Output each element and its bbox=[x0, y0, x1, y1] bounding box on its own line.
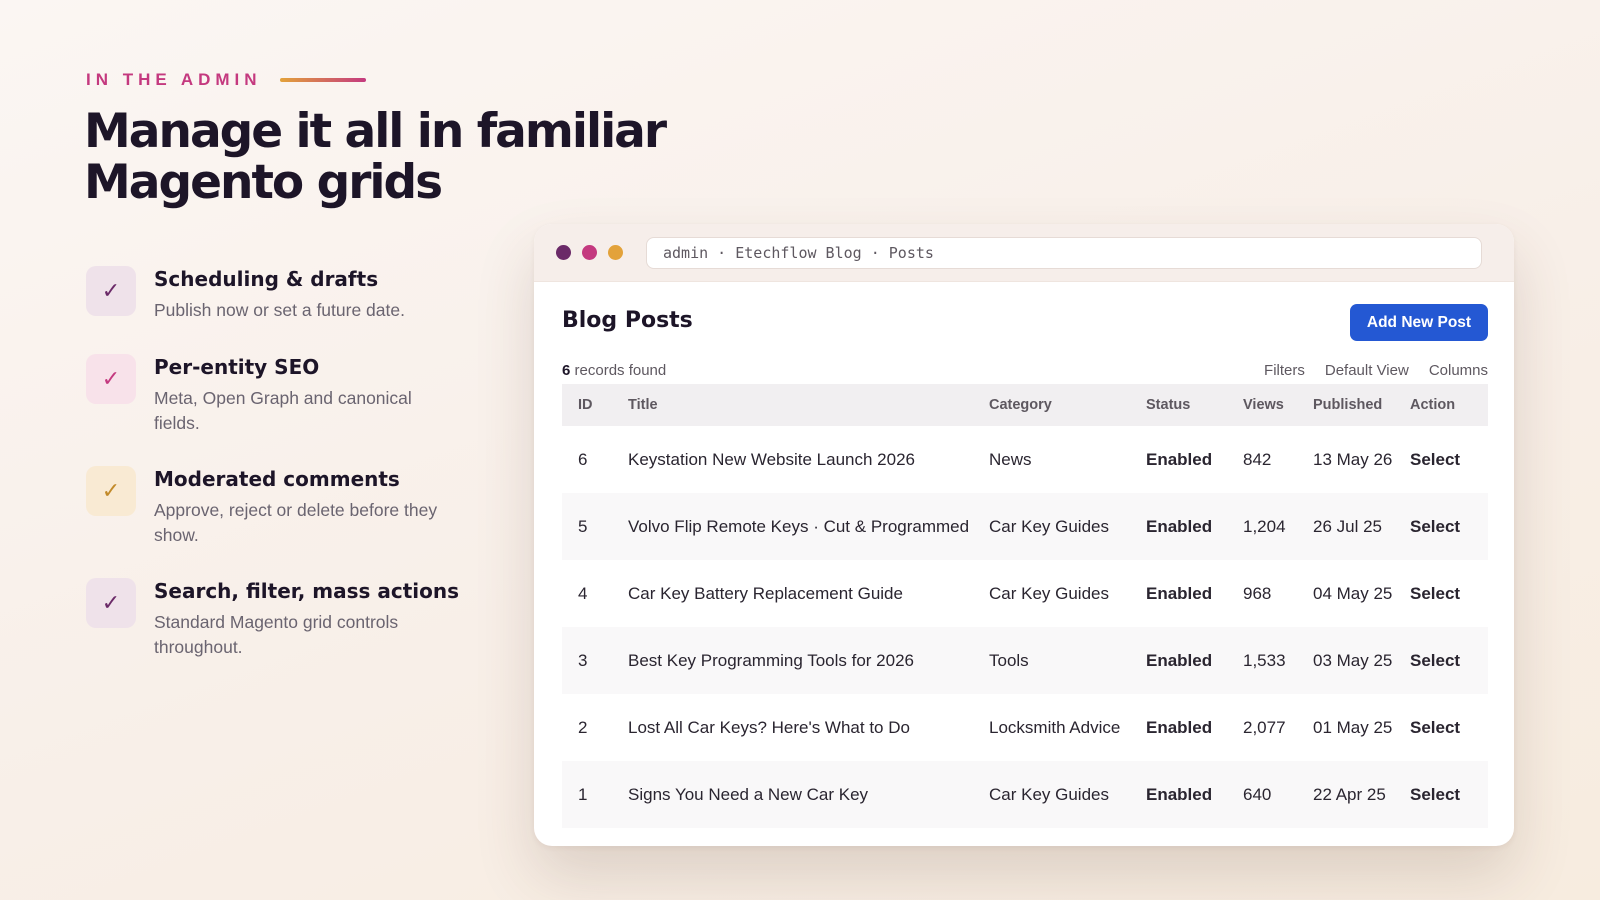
posts-grid: ID Title Category Status Views Published… bbox=[562, 384, 1488, 828]
feature-title: Scheduling & drafts bbox=[154, 267, 379, 291]
cell-published: 26 Jul 25 bbox=[1297, 493, 1394, 560]
column-header-action: Action bbox=[1394, 384, 1488, 426]
column-header-published[interactable]: Published bbox=[1297, 384, 1394, 426]
cell-views: 1,533 bbox=[1227, 627, 1297, 694]
row-select-link[interactable]: Select bbox=[1394, 694, 1488, 761]
feature-title: Search, filter, mass actions bbox=[154, 579, 460, 603]
grid-toolbar: Filters Default View Columns bbox=[1264, 362, 1488, 379]
row-select-link[interactable]: Select bbox=[1394, 627, 1488, 694]
cell-title: Car Key Battery Replacement Guide bbox=[628, 583, 903, 603]
cell-published: 22 Apr 25 bbox=[1297, 761, 1394, 828]
cell-status: Enabled bbox=[1130, 627, 1227, 694]
check-icon: ✓ bbox=[86, 466, 136, 516]
cell-title: Lost All Car Keys? Here's What to Do bbox=[628, 717, 910, 737]
feature-item: ✓ Per-entity SEO Meta, Open Graph and ca… bbox=[86, 354, 486, 436]
table-row[interactable]: 4 Car Key Battery Replacement Guide Car … bbox=[562, 560, 1488, 627]
page-headline: Manage it all in familiar Magento grids bbox=[84, 106, 704, 208]
feature-item: ✓ Scheduling & drafts Publish now or set… bbox=[86, 266, 486, 323]
cell-id: 1 bbox=[562, 761, 612, 828]
columns-button[interactable]: Columns bbox=[1429, 362, 1488, 379]
row-select-link[interactable]: Select bbox=[1394, 493, 1488, 560]
cell-title: Keystation New Website Launch 2026 bbox=[628, 449, 915, 469]
cell-status: Enabled bbox=[1146, 583, 1213, 603]
cell-views: 842 bbox=[1243, 449, 1272, 469]
cell-published: 01 May 25 bbox=[1313, 717, 1393, 737]
feature-item: ✓ Search, filter, mass actions Standard … bbox=[86, 578, 486, 660]
records-count-label: records found bbox=[574, 362, 667, 379]
cell-category: Locksmith Advice bbox=[989, 717, 1121, 737]
page-title: Blog Posts bbox=[562, 308, 693, 333]
table-row[interactable]: 1 Signs You Need a New Car Key Car Key G… bbox=[562, 761, 1488, 828]
admin-window: admin · Etechflow Blog · Posts Blog Post… bbox=[534, 224, 1514, 846]
cell-published: 04 May 25 bbox=[1313, 583, 1393, 603]
row-select-link[interactable]: Select bbox=[1394, 426, 1488, 493]
cell-published: 03 May 25 bbox=[1297, 627, 1394, 694]
cell-id: 5 bbox=[562, 493, 612, 560]
cell-published: 13 May 26 bbox=[1313, 449, 1393, 469]
feature-description: Meta, Open Graph and canonical fields. bbox=[154, 388, 412, 433]
table-row[interactable]: 5 Volvo Flip Remote Keys · Cut & Program… bbox=[562, 493, 1488, 560]
cell-id: 2 bbox=[578, 717, 588, 737]
default-view-button[interactable]: Default View bbox=[1325, 362, 1409, 379]
eyebrow-label: IN THE ADMIN bbox=[86, 70, 262, 89]
add-new-post-button[interactable]: Add New Post bbox=[1350, 304, 1488, 341]
eyebrow: IN THE ADMIN bbox=[86, 70, 366, 90]
cell-title: Signs You Need a New Car Key bbox=[612, 761, 973, 828]
cell-status: Enabled bbox=[1146, 449, 1213, 469]
feature-title: Per-entity SEO bbox=[154, 355, 320, 379]
cell-category: Tools bbox=[973, 627, 1130, 694]
window-close-dot[interactable] bbox=[556, 245, 571, 260]
check-icon: ✓ bbox=[86, 578, 136, 628]
cell-views: 2,077 bbox=[1243, 717, 1286, 737]
eyebrow-accent-bar bbox=[279, 78, 366, 82]
cell-category: Car Key Guides bbox=[989, 583, 1109, 603]
feature-item: ✓ Moderated comments Approve, reject or … bbox=[86, 466, 486, 548]
column-header-views[interactable]: Views bbox=[1227, 384, 1297, 426]
window-titlebar: admin · Etechflow Blog · Posts bbox=[534, 224, 1514, 282]
table-row[interactable]: 3 Best Key Programming Tools for 2026 To… bbox=[562, 627, 1488, 694]
cell-title: Volvo Flip Remote Keys · Cut & Programme… bbox=[612, 493, 973, 560]
column-header-status[interactable]: Status bbox=[1130, 384, 1227, 426]
window-maximize-dot[interactable] bbox=[608, 245, 623, 260]
records-count-value: 6 bbox=[562, 362, 571, 379]
grid-header-row: ID Title Category Status Views Published… bbox=[562, 384, 1488, 426]
headline-line-1: Manage it all in familiar bbox=[84, 104, 667, 159]
check-icon: ✓ bbox=[86, 354, 136, 404]
feature-title: Moderated comments bbox=[154, 467, 400, 491]
cell-views: 1,204 bbox=[1227, 493, 1297, 560]
row-select-link[interactable]: Select bbox=[1394, 761, 1488, 828]
cell-status: Enabled bbox=[1130, 493, 1227, 560]
row-select-link[interactable]: Select bbox=[1394, 560, 1488, 627]
cell-status: Enabled bbox=[1130, 761, 1227, 828]
headline-line-2: Magento grids bbox=[84, 155, 443, 210]
column-header-title[interactable]: Title bbox=[612, 384, 973, 426]
filters-button[interactable]: Filters bbox=[1264, 362, 1305, 379]
cell-status: Enabled bbox=[1146, 717, 1213, 737]
records-count: 6 records found bbox=[562, 362, 666, 379]
check-icon: ✓ bbox=[86, 266, 136, 316]
address-bar[interactable]: admin · Etechflow Blog · Posts bbox=[646, 236, 1482, 269]
cell-category: Car Key Guides bbox=[973, 493, 1130, 560]
cell-id: 4 bbox=[578, 583, 588, 603]
window-minimize-dot[interactable] bbox=[582, 245, 597, 260]
feature-description: Standard Magento grid controls throughou… bbox=[154, 612, 399, 657]
feature-description: Publish now or set a future date. bbox=[154, 300, 405, 320]
column-header-id[interactable]: ID bbox=[562, 384, 612, 426]
cell-id: 3 bbox=[562, 627, 612, 694]
cell-views: 640 bbox=[1227, 761, 1297, 828]
cell-views: 968 bbox=[1243, 583, 1272, 603]
cell-id: 6 bbox=[578, 449, 588, 469]
cell-category: News bbox=[989, 449, 1032, 469]
cell-category: Car Key Guides bbox=[973, 761, 1130, 828]
column-header-category[interactable]: Category bbox=[973, 384, 1130, 426]
table-row[interactable]: 6 Keystation New Website Launch 2026 New… bbox=[562, 426, 1488, 493]
feature-description: Approve, reject or delete before they sh… bbox=[154, 500, 438, 545]
table-row[interactable]: 2 Lost All Car Keys? Here's What to Do L… bbox=[562, 694, 1488, 761]
cell-title: Best Key Programming Tools for 2026 bbox=[612, 627, 973, 694]
